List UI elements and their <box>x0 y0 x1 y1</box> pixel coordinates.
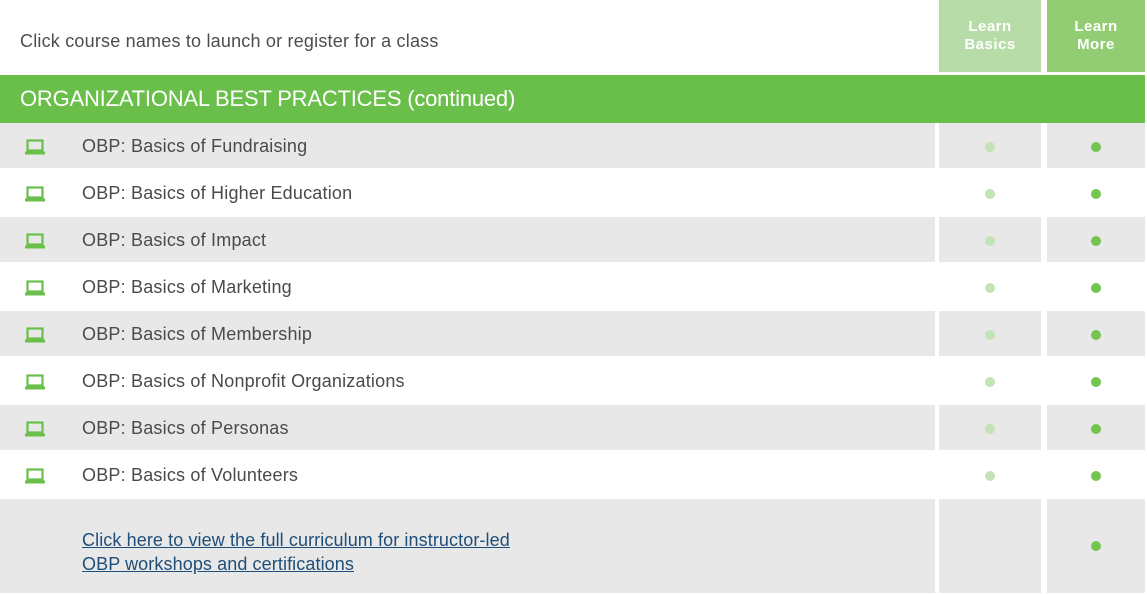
laptop-icon <box>25 468 45 484</box>
full-curriculum-link-line2[interactable]: OBP workshops and certifications <box>82 552 722 576</box>
learn-more-dot-icon <box>1091 424 1101 434</box>
course-rows: OBP: Basics of Fundraising OBP: Basics of… <box>0 123 1145 593</box>
course-link[interactable]: OBP: Basics of Volunteers <box>82 465 298 486</box>
learn-more-dot-icon <box>1091 189 1101 199</box>
learn-basics-dot-icon <box>985 283 995 293</box>
table-row: OBP: Basics of Marketing <box>0 264 1145 311</box>
laptop-icon <box>25 139 45 155</box>
learn-basics-dot-icon <box>985 377 995 387</box>
learn-more-dot-icon <box>1091 330 1101 340</box>
table-row: OBP: Basics of Fundraising <box>0 123 1145 170</box>
table-header: Click course names to launch or register… <box>0 0 1147 72</box>
learn-basics-dot-icon <box>985 471 995 481</box>
table-row: OBP: Basics of Higher Education <box>0 170 1145 217</box>
table-row: OBP: Basics of Impact <box>0 217 1145 264</box>
learn-more-label-line1: Learn <box>1074 18 1118 35</box>
laptop-icon <box>25 327 45 343</box>
learn-basics-dot-icon <box>985 424 995 434</box>
course-table: Click course names to launch or register… <box>0 0 1147 593</box>
course-link[interactable]: OBP: Basics of Higher Education <box>82 183 352 204</box>
full-curriculum-link-line1[interactable]: Click here to view the full curriculum f… <box>82 528 722 552</box>
course-link[interactable]: OBP: Basics of Marketing <box>82 277 292 298</box>
learn-more-dot-icon <box>1091 377 1101 387</box>
learn-basics-label-line1: Learn <box>968 18 1012 35</box>
table-row: OBP: Basics of Personas <box>0 405 1145 452</box>
row-basics-cell <box>939 499 1041 593</box>
laptop-icon <box>25 186 45 202</box>
learn-basics-dot-icon <box>985 236 995 246</box>
learn-more-dot-icon <box>1091 142 1101 152</box>
learn-more-header: Learn More <box>1047 0 1145 72</box>
table-row: OBP: Basics of Nonprofit Organizations <box>0 358 1145 405</box>
laptop-icon <box>25 280 45 296</box>
learn-basics-dot-icon <box>985 330 995 340</box>
course-link[interactable]: OBP: Basics of Fundraising <box>82 136 307 157</box>
learn-more-dot-icon <box>1091 471 1101 481</box>
learn-basics-dot-icon <box>985 189 995 199</box>
learn-basics-dot-icon <box>985 142 995 152</box>
curriculum-row: Click here to view the full curriculum f… <box>0 499 1145 593</box>
learn-more-dot-icon <box>1091 283 1101 293</box>
section-title: ORGANIZATIONAL BEST PRACTICES (continued… <box>0 75 1145 123</box>
laptop-icon <box>25 421 45 437</box>
course-link[interactable]: OBP: Basics of Personas <box>82 418 289 439</box>
learn-basics-label-line2: Basics <box>964 36 1016 53</box>
laptop-icon <box>25 374 45 390</box>
learn-more-dot-icon <box>1091 236 1101 246</box>
full-curriculum-link[interactable]: Click here to view the full curriculum f… <box>82 528 722 576</box>
course-link[interactable]: OBP: Basics of Nonprofit Organizations <box>82 371 405 392</box>
course-link[interactable]: OBP: Basics of Membership <box>82 324 312 345</box>
learn-more-label-line2: More <box>1077 36 1115 53</box>
intro-text: Click course names to launch or register… <box>20 31 439 51</box>
table-row: OBP: Basics of Volunteers <box>0 452 1145 499</box>
laptop-icon <box>25 233 45 249</box>
table-row: OBP: Basics of Membership <box>0 311 1145 358</box>
course-link[interactable]: OBP: Basics of Impact <box>82 230 266 251</box>
learn-more-dot-icon <box>1091 541 1101 551</box>
learn-basics-header: Learn Basics <box>939 0 1041 72</box>
